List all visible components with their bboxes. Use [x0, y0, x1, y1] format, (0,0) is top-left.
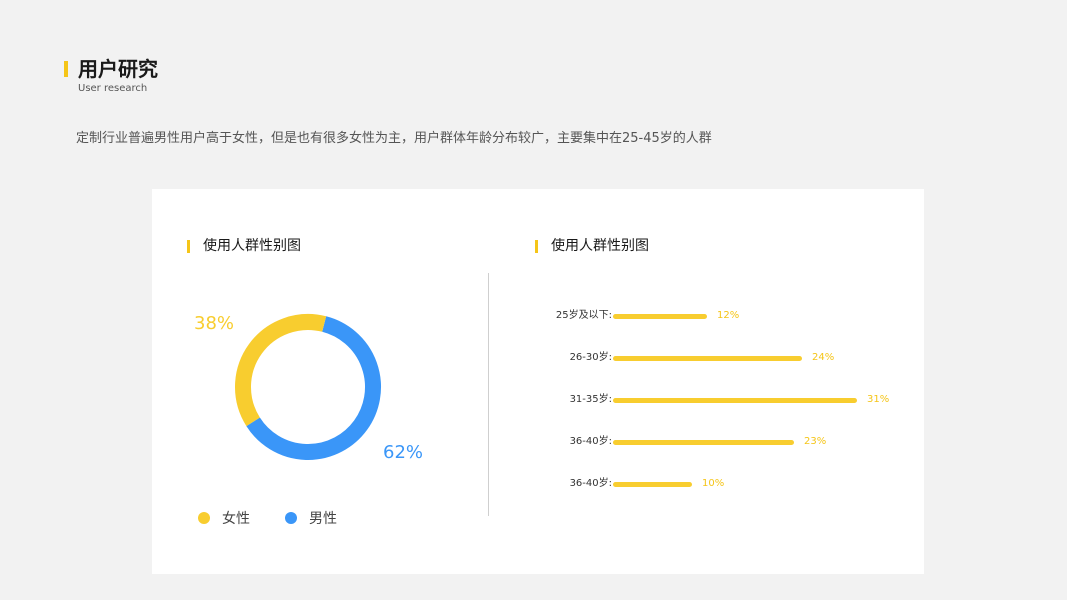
legend-dot-female: [198, 512, 210, 524]
donut-slice-female: [235, 314, 327, 427]
page-description: 定制行业普遍男性用户高于女性，但是也有很多女性为主，用户群体年龄分布较广，主要集…: [76, 131, 712, 146]
bar-value-label: 12%: [717, 310, 740, 321]
bar-category-label: 25岁及以下:: [555, 310, 612, 321]
page-subtitle: User research: [78, 83, 148, 94]
legend-item-female: 女性: [198, 508, 250, 528]
page-title: 用户研究: [78, 57, 158, 81]
bar-row: 31-35岁: 31%: [522, 391, 902, 411]
bar-value-label: 31%: [867, 394, 890, 405]
bar-value-label: 23%: [804, 436, 827, 447]
bar-row: 36-40岁: 10%: [522, 475, 902, 495]
bar-category-label: 26-30岁:: [569, 352, 612, 363]
legend-dot-male: [285, 512, 297, 524]
heading-accent-bar: [187, 240, 190, 253]
legend-label-female: 女性: [222, 511, 250, 527]
bar-value-label: 24%: [812, 352, 835, 363]
legend-label-male: 男性: [309, 511, 337, 527]
donut-chart-title: 使用人群性别图: [203, 238, 301, 254]
bar-category-label: 36-40岁:: [569, 436, 612, 447]
bar-row: 26-30岁: 24%: [522, 349, 902, 369]
chart-card: 使用人群性别图 38% 62% 女性 男性 使用人群性别图 25岁及以下: 12%…: [152, 189, 924, 574]
bar: [613, 314, 707, 319]
bar-category-label: 36-40岁:: [569, 478, 612, 489]
bar-chart-title: 使用人群性别图: [551, 238, 649, 254]
male-percent-label: 62%: [383, 442, 424, 463]
bar-category-label: 31-35岁:: [569, 394, 612, 405]
female-percent-label: 38%: [194, 313, 235, 334]
bar: [613, 440, 794, 445]
bar: [613, 482, 692, 487]
title-accent-bar: [64, 61, 68, 77]
panel-divider: [488, 273, 489, 516]
bar: [613, 356, 802, 361]
heading-accent-bar: [535, 240, 538, 253]
bar-row: 25岁及以下: 12%: [522, 307, 902, 327]
bar: [613, 398, 857, 403]
legend-item-male: 男性: [285, 508, 337, 528]
bar-value-label: 10%: [702, 478, 725, 489]
bar-row: 36-40岁: 23%: [522, 433, 902, 453]
donut-chart: [235, 314, 381, 460]
